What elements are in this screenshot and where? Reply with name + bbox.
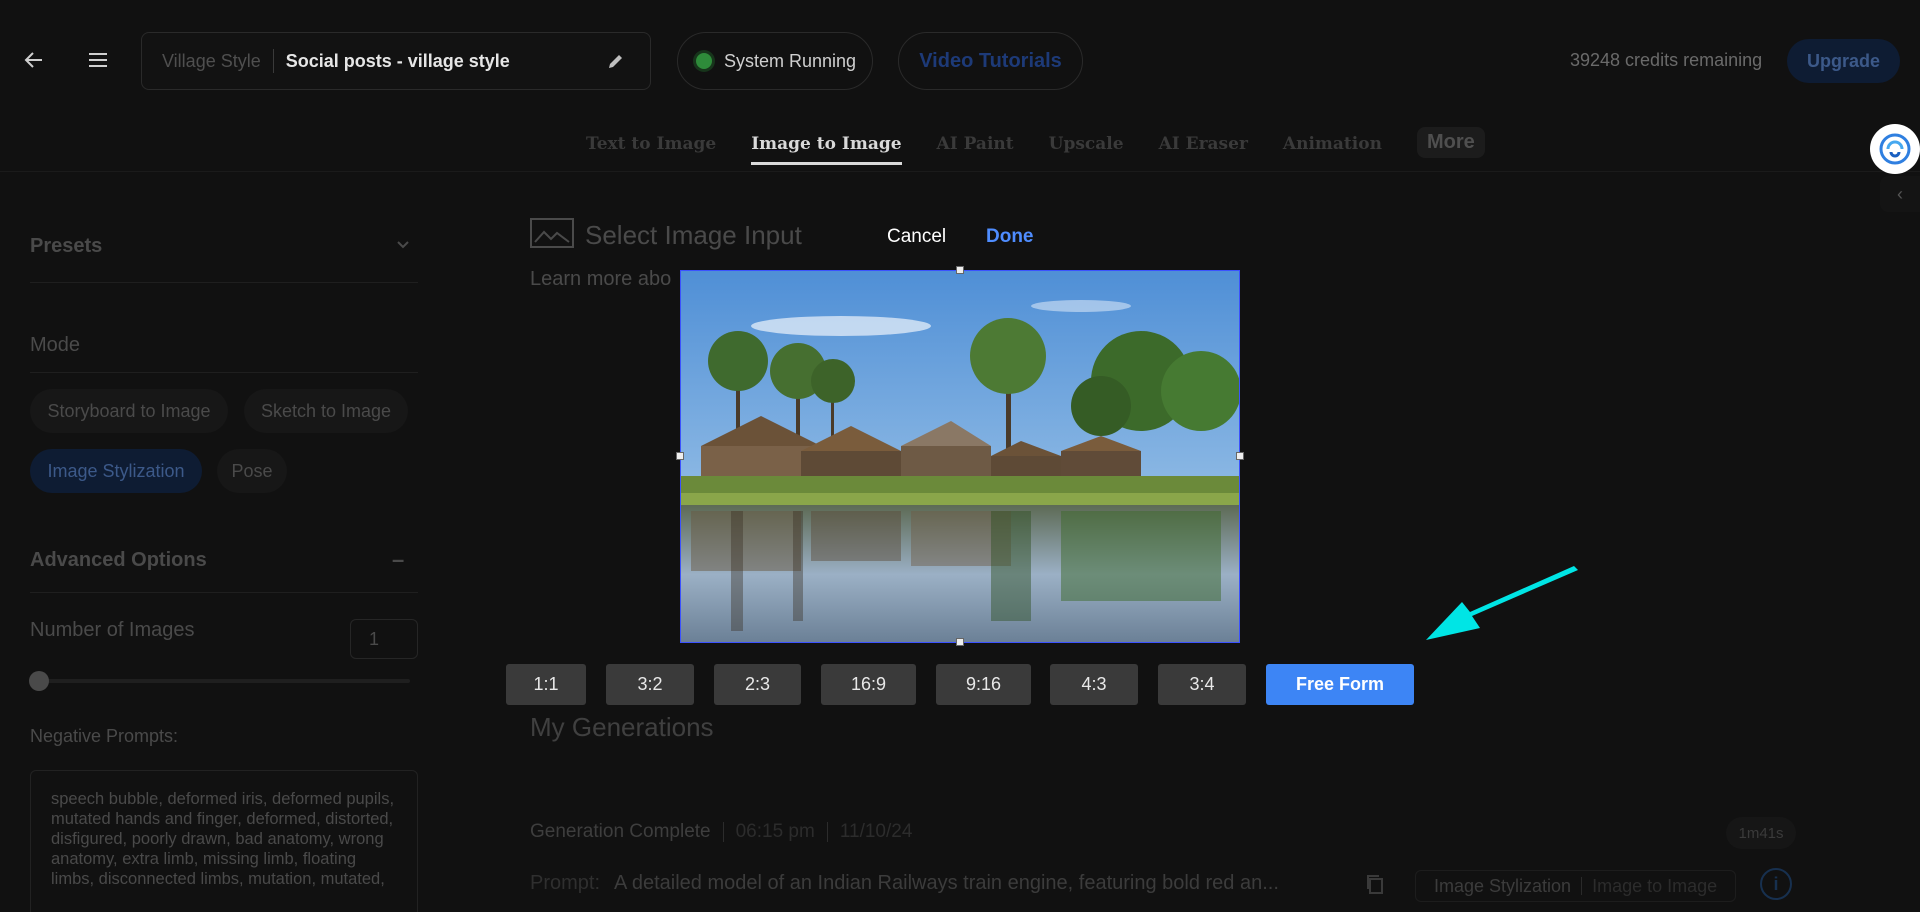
ratio-9-16-button[interactable]: 9:16 xyxy=(936,664,1031,705)
crop-handle-top[interactable] xyxy=(956,266,964,274)
upgrade-button[interactable]: Upgrade xyxy=(1787,39,1900,83)
collapse-chevron-icon[interactable]: ‹ xyxy=(1880,176,1920,212)
ratio-2-3-button[interactable]: 2:3 xyxy=(714,664,801,705)
chevron-down-icon[interactable] xyxy=(396,238,410,257)
presets-title[interactable]: Presets xyxy=(30,235,102,258)
crop-handle-left[interactable] xyxy=(676,452,684,460)
tab-image-to-image[interactable]: Image to Image xyxy=(751,130,902,165)
prompt-label: Prompt: xyxy=(530,872,601,894)
copy-icon[interactable] xyxy=(1364,873,1386,900)
crop-image-area[interactable] xyxy=(680,270,1240,643)
ratio-3-4-button[interactable]: 3:4 xyxy=(1158,664,1246,705)
image-input-icon xyxy=(530,218,574,253)
generation-meta: Generation Complete 06:15 pm 11/10/24 xyxy=(530,821,912,843)
feature-tabs: Text to Image Image to Image AI Paint Up… xyxy=(586,127,1485,170)
num-images-slider-track[interactable] xyxy=(40,679,410,683)
hamburger-menu-icon[interactable] xyxy=(80,42,116,78)
project-prefix: Village Style xyxy=(142,49,274,73)
negative-prompts-textarea[interactable]: speech bubble, deformed iris, deformed p… xyxy=(30,770,418,912)
info-icon[interactable]: i xyxy=(1760,868,1792,900)
project-title-box[interactable]: Village Style Social posts - village sty… xyxy=(141,32,651,90)
generation-status: Generation Complete xyxy=(530,821,711,842)
tab-animation[interactable]: Animation xyxy=(1283,130,1382,162)
num-images-label: Number of Images xyxy=(30,619,195,641)
tab-upscale[interactable]: Upscale xyxy=(1049,130,1124,162)
tab-text-to-image[interactable]: Text to Image xyxy=(586,130,716,162)
app-logo-icon[interactable] xyxy=(1870,124,1920,174)
mode-image-stylization[interactable]: Image Stylization xyxy=(30,449,202,493)
learn-more-link[interactable]: Learn more abo xyxy=(530,268,671,291)
ratio-16-9-button[interactable]: 16:9 xyxy=(821,664,916,705)
generation-time: 06:15 pm xyxy=(735,821,815,842)
crop-handle-bottom[interactable] xyxy=(956,638,964,646)
credits-remaining: 39248 credits remaining xyxy=(1570,50,1763,70)
presets-divider xyxy=(30,282,418,283)
done-button[interactable]: Done xyxy=(986,226,1034,248)
advanced-divider xyxy=(30,592,418,593)
my-generations-title: My Generations xyxy=(530,712,714,742)
status-label: System Running xyxy=(724,50,857,71)
generation-duration-badge: 1m41s xyxy=(1726,817,1796,849)
tab-more[interactable]: More xyxy=(1416,127,1485,158)
generation-tags: Image Stylization Image to Image xyxy=(1415,870,1737,902)
system-status: System Running xyxy=(677,32,873,90)
advanced-options-title[interactable]: Advanced Options xyxy=(30,549,207,572)
advanced-collapse-toggle[interactable]: – xyxy=(392,547,404,573)
header-divider xyxy=(0,171,1920,172)
mode-title: Mode xyxy=(30,334,81,356)
back-arrow-icon[interactable] xyxy=(16,42,52,78)
pencil-icon[interactable] xyxy=(606,51,626,71)
meta-separator xyxy=(826,822,828,842)
tab-ai-paint[interactable]: AI Paint xyxy=(937,130,1014,162)
ratio-4-3-button[interactable]: 4:3 xyxy=(1050,664,1138,705)
mode-divider xyxy=(30,372,418,373)
ratio-free-form-button[interactable]: Free Form xyxy=(1266,664,1414,705)
annotation-arrow-icon xyxy=(1426,566,1578,640)
project-name: Social posts - village style xyxy=(285,50,510,71)
tag-mode: Image Stylization xyxy=(1434,875,1572,896)
cancel-button[interactable]: Cancel xyxy=(887,226,946,248)
ratio-3-2-button[interactable]: 3:2 xyxy=(606,664,694,705)
tab-ai-eraser[interactable]: AI Eraser xyxy=(1159,130,1248,162)
select-image-title: Select Image Input xyxy=(585,220,802,250)
meta-separator xyxy=(722,822,724,842)
ratio-1-1-button[interactable]: 1:1 xyxy=(506,664,586,705)
prompt-text: A detailed model of an Indian Railways t… xyxy=(614,872,1279,894)
generation-date: 11/10/24 xyxy=(839,821,913,842)
video-tutorials-button[interactable]: Video Tutorials xyxy=(898,32,1083,90)
mode-storyboard-to-image[interactable]: Storyboard to Image xyxy=(30,389,228,433)
crop-handle-right[interactable] xyxy=(1236,452,1244,460)
negative-prompts-label: Negative Prompts: xyxy=(30,726,179,746)
num-images-slider-thumb[interactable] xyxy=(29,671,49,691)
mode-sketch-to-image[interactable]: Sketch to Image xyxy=(244,389,408,433)
village-photo xyxy=(681,271,1239,642)
num-images-input[interactable]: 1 xyxy=(350,619,418,659)
prompt-row: Prompt: A detailed model of an Indian Ra… xyxy=(530,872,1279,895)
status-dot-icon xyxy=(696,53,712,69)
tag-separator xyxy=(1581,877,1583,895)
mode-pose[interactable]: Pose xyxy=(217,449,287,493)
tag-type: Image to Image xyxy=(1592,875,1718,896)
top-header: Village Style Social posts - village sty… xyxy=(0,0,1920,120)
